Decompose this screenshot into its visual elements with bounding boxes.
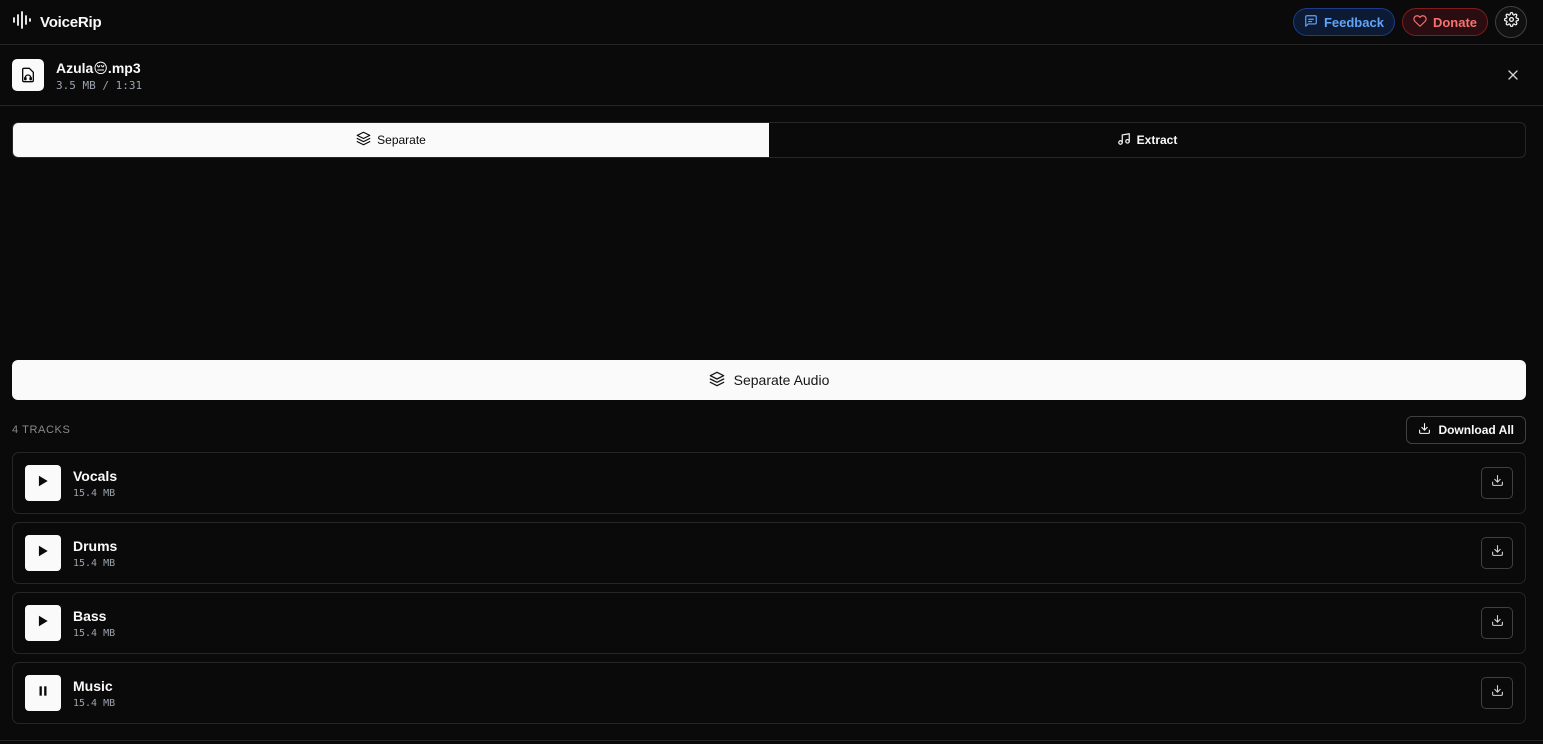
play-button[interactable] (25, 605, 61, 641)
download-icon (1491, 684, 1504, 702)
track-text: Drums 15.4 MB (73, 537, 117, 569)
tracks-header: 4 TRACKS Download All (12, 416, 1526, 444)
track-download-button[interactable] (1481, 467, 1513, 499)
pause-button[interactable] (25, 675, 61, 711)
download-icon (1491, 614, 1504, 632)
close-icon (1505, 70, 1521, 87)
separate-audio-button[interactable]: Separate Audio (12, 360, 1526, 400)
donate-label: Donate (1432, 14, 1477, 30)
file-info-row: Azula😔.mp3 3.5 MB / 1:31 (0, 45, 1543, 106)
app-root: VoiceRip Feedback Donate Azula😔.mp3 3.5 … (0, 0, 1543, 744)
brand[interactable]: VoiceRip (12, 10, 102, 34)
gear-icon (1503, 12, 1519, 32)
download-all-button[interactable]: Download All (1406, 416, 1526, 444)
track-size: 15.4 MB (73, 628, 116, 639)
track-row: Music 15.4 MB (12, 662, 1526, 724)
tab-separate-label: Separate (377, 133, 426, 147)
track-name: Bass (73, 608, 107, 624)
mode-tabs: Separate Extract (12, 122, 1526, 158)
audio-file-icon (12, 59, 44, 91)
waveform-logo-icon (12, 10, 32, 34)
feedback-label: Feedback (1323, 14, 1384, 30)
track-text: Bass 15.4 MB (73, 607, 115, 639)
tracks-count: 4 TRACKS (12, 424, 71, 436)
download-icon (1491, 474, 1504, 492)
footer-divider (0, 740, 1543, 741)
play-icon (36, 544, 50, 563)
track-size: 15.4 MB (73, 488, 116, 499)
track-download-button[interactable] (1481, 677, 1513, 709)
play-icon (36, 474, 50, 493)
track-name: Drums (73, 538, 118, 554)
message-icon (1304, 14, 1318, 31)
layers-icon (356, 131, 371, 149)
heart-icon (1413, 14, 1427, 31)
close-file-button[interactable] (1505, 67, 1521, 83)
track-text: Music 15.4 MB (73, 677, 115, 709)
download-all-label: Download All (1438, 423, 1514, 437)
play-icon (36, 614, 50, 633)
file-name: Azula😔.mp3 (56, 59, 141, 76)
tab-separate[interactable]: Separate (13, 123, 769, 157)
app-name: VoiceRip (40, 13, 102, 31)
play-button[interactable] (25, 535, 61, 571)
header-actions: Feedback Donate (1292, 6, 1527, 38)
download-icon (1418, 422, 1431, 438)
track-row: Bass 15.4 MB (12, 592, 1526, 654)
top-header: VoiceRip Feedback Donate (0, 0, 1543, 45)
file-meta: 3.5 MB / 1:31 (56, 78, 143, 92)
layers-icon (709, 371, 725, 390)
music-note-icon (1117, 132, 1131, 149)
donate-button[interactable]: Donate (1401, 8, 1488, 36)
tab-extract[interactable]: Extract (769, 123, 1525, 157)
track-name: Music (73, 678, 113, 694)
track-row: Vocals 15.4 MB (12, 452, 1526, 514)
track-row: Drums 15.4 MB (12, 522, 1526, 584)
track-name: Vocals (73, 468, 118, 484)
tab-extract-label: Extract (1136, 133, 1178, 147)
feedback-button[interactable]: Feedback (1292, 8, 1395, 36)
track-download-button[interactable] (1481, 537, 1513, 569)
track-download-button[interactable] (1481, 607, 1513, 639)
separate-audio-label: Separate Audio (733, 372, 830, 388)
track-size: 15.4 MB (73, 558, 116, 569)
pause-icon (36, 684, 50, 703)
file-text: Azula😔.mp3 3.5 MB / 1:31 (56, 59, 142, 92)
download-icon (1491, 544, 1504, 562)
track-size: 15.4 MB (73, 698, 116, 709)
play-button[interactable] (25, 465, 61, 501)
track-text: Vocals 15.4 MB (73, 467, 117, 499)
settings-button[interactable] (1495, 6, 1527, 38)
